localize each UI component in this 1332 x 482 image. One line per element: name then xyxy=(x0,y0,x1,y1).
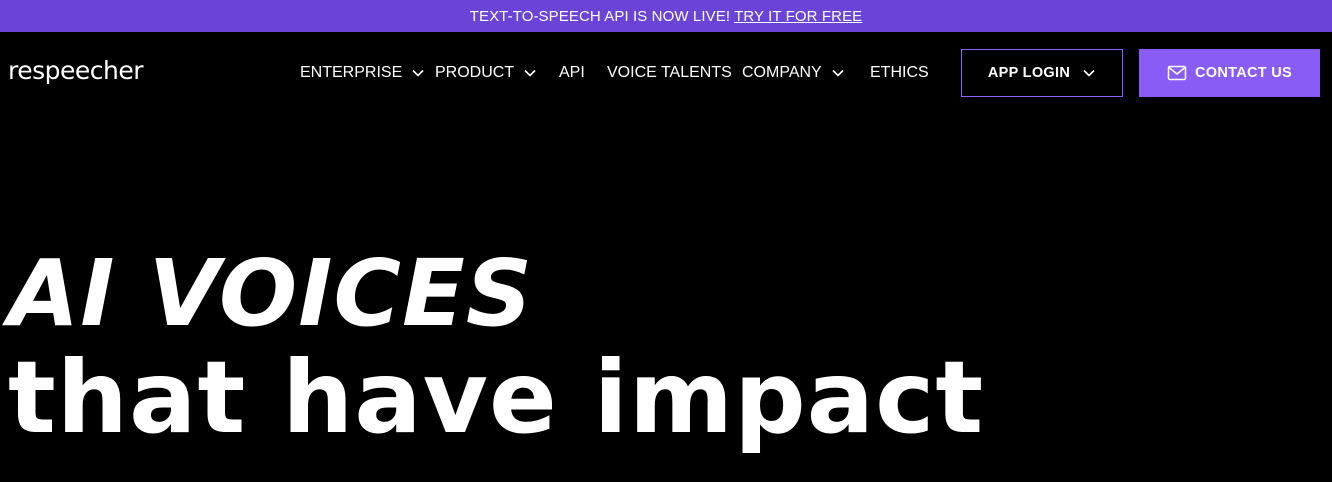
nav-item-voice-talents[interactable]: VOICE TALENTS xyxy=(607,64,732,82)
chevron-down-icon xyxy=(831,66,845,80)
mail-icon xyxy=(1167,65,1187,81)
announcement-link[interactable]: TRY IT FOR FREE xyxy=(734,8,862,25)
chevron-down-icon xyxy=(411,66,425,80)
hero-subtitle: that have impact xyxy=(8,339,985,456)
announcement-bar: TEXT-TO-SPEECH API IS NOW LIVE! TRY IT F… xyxy=(0,0,1332,32)
nav-item-api[interactable]: API xyxy=(559,64,585,82)
nav-item-product[interactable]: PRODUCT xyxy=(435,64,537,82)
nav-item-label: PRODUCT xyxy=(435,64,515,81)
hero-title: AI VOICES xyxy=(8,240,534,347)
nav-item-enterprise[interactable]: ENTERPRISE xyxy=(300,64,425,82)
nav-item-label: API xyxy=(559,64,585,81)
nav-item-label: VOICE TALENTS xyxy=(607,64,732,81)
site-header: respeecher ENTERPRISE PRODUCT API VOICE … xyxy=(0,32,1332,114)
chevron-down-icon xyxy=(1082,66,1096,80)
nav-item-label: COMPANY xyxy=(742,64,822,81)
chevron-down-icon xyxy=(523,66,537,80)
logo[interactable]: respeecher xyxy=(8,56,144,85)
nav-item-ethics[interactable]: ETHICS xyxy=(870,64,929,82)
contact-us-label: CONTACT US xyxy=(1195,65,1292,81)
app-login-button[interactable]: APP LOGIN xyxy=(961,49,1123,97)
announcement-text: TEXT-TO-SPEECH API IS NOW LIVE! xyxy=(469,7,731,25)
nav-item-label: ENTERPRISE xyxy=(300,64,403,81)
nav-item-company[interactable]: COMPANY xyxy=(742,64,845,82)
app-login-label: APP LOGIN xyxy=(987,65,1071,81)
contact-us-button[interactable]: CONTACT US xyxy=(1139,49,1320,97)
nav-item-label: ETHICS xyxy=(870,64,929,81)
